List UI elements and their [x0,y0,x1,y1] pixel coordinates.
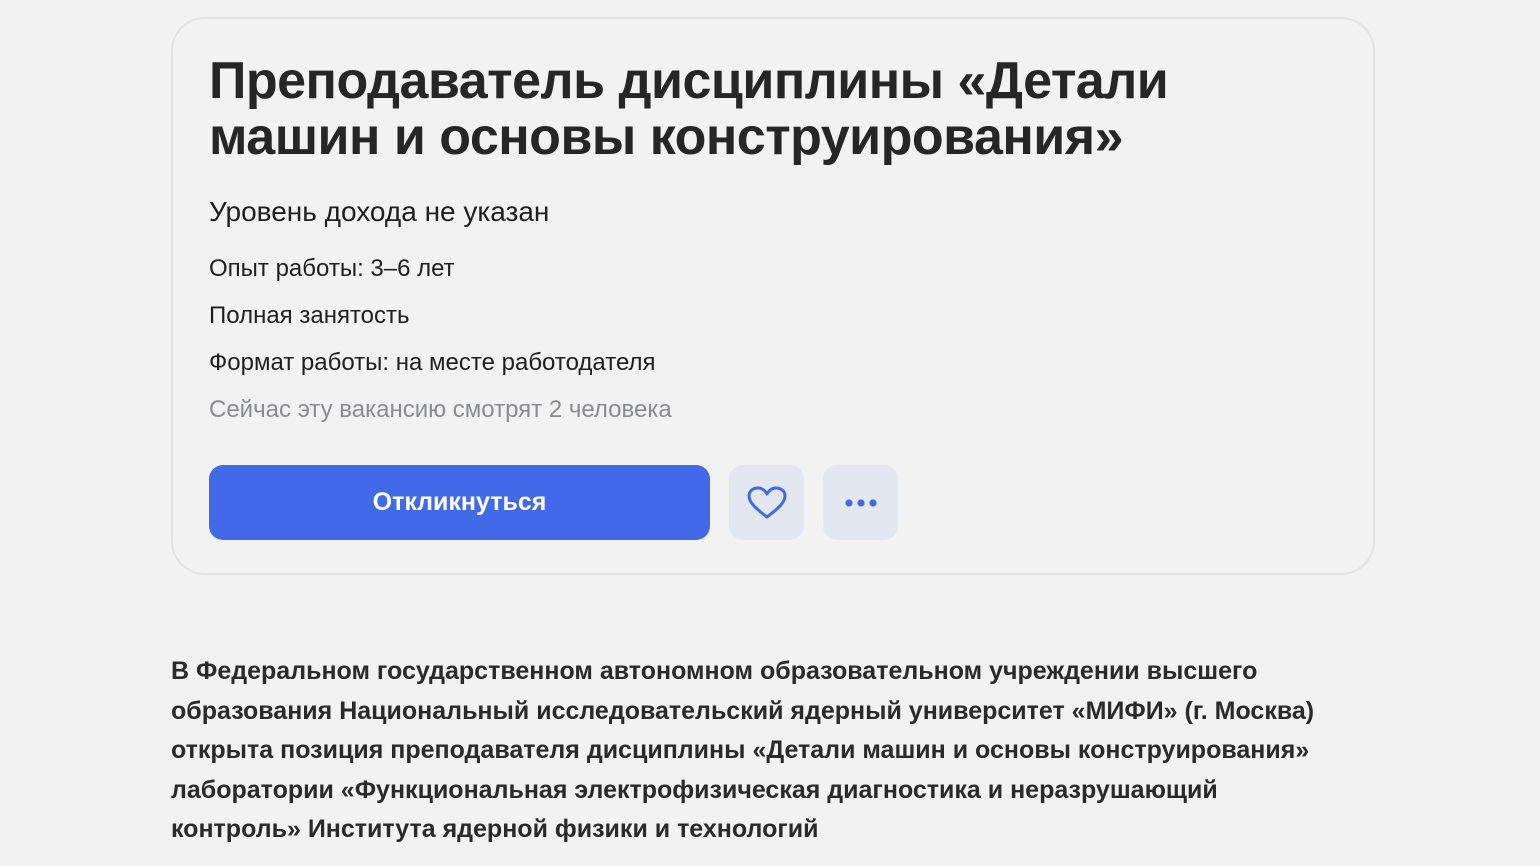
viewers-count-text: Сейчас эту вакансию смотрят 2 человека [209,396,672,423]
vacancy-title: Преподаватель дисциплины «Детали машин и… [209,52,1169,166]
favorite-button[interactable] [729,465,804,540]
work-format-text: Формат работы: на месте работодателя [209,349,656,376]
apply-button[interactable]: Откликнуться [209,465,710,540]
vacancy-description: В Федеральном государственном автономном… [171,657,1315,843]
more-options-button[interactable] [823,465,898,540]
experience-text: Опыт работы: 3–6 лет [209,255,455,282]
vacancy-header-card: Преподаватель дисциплины «Детали машин и… [171,17,1375,575]
employment-text: Полная занятость [209,302,410,329]
vacancy-page: Преподаватель дисциплины «Детали машин и… [0,0,1540,866]
more-dots-icon [844,498,878,508]
heart-icon [747,486,787,520]
salary-text: Уровень дохода не указан [209,196,550,227]
